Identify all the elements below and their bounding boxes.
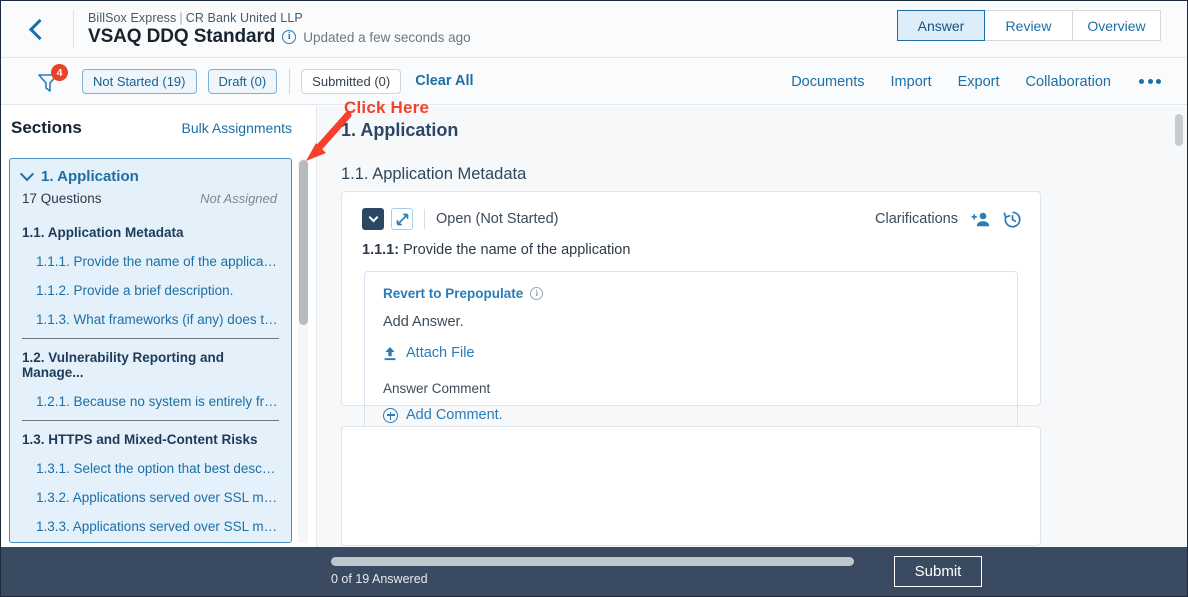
toolbar-actions: Documents Import Export Collaboration bbox=[791, 58, 1163, 105]
back-button[interactable] bbox=[1, 1, 73, 57]
sidebar-scrollbar-thumb[interactable] bbox=[299, 160, 308, 325]
clarifications-link[interactable]: Clarifications bbox=[875, 211, 958, 227]
question-text-row: 1.1.1: Provide the name of the applicati… bbox=[342, 230, 1040, 258]
chip-draft[interactable]: Draft (0) bbox=[208, 69, 278, 94]
main-section-title: 1. Application bbox=[317, 106, 1188, 141]
bulk-assignments-link[interactable]: Bulk Assignments bbox=[182, 120, 293, 136]
expand-question-button[interactable] bbox=[391, 208, 413, 230]
title-row: VSAQ DDQ Standard i Updated a few second… bbox=[88, 26, 471, 48]
footer-bar: 0 of 19 Answered Submit bbox=[1, 547, 1188, 596]
click-here-annotation: Click Here bbox=[344, 98, 429, 118]
section-assignment: Not Assigned bbox=[200, 191, 277, 206]
submit-button[interactable]: Submit bbox=[894, 556, 982, 587]
header-divider bbox=[424, 209, 425, 229]
list-item[interactable]: 1.2. Vulnerability Reporting and Manage.… bbox=[20, 343, 281, 387]
tab-review[interactable]: Review bbox=[985, 10, 1073, 41]
chevron-left-icon bbox=[29, 18, 50, 39]
question-card: Open (Not Started) Clarifications bbox=[341, 191, 1041, 406]
sections-sidebar: Sections Bulk Assignments 1. Application… bbox=[1, 106, 317, 549]
main-subsection-title: 1.1. Application Metadata bbox=[317, 141, 1188, 184]
filter-toolbar: 4 Not Started (19) Draft (0) Submitted (… bbox=[1, 58, 1187, 105]
list-item[interactable]: 1.1. Application Metadata bbox=[20, 218, 281, 247]
more-horizontal-icon[interactable] bbox=[1137, 73, 1163, 90]
expand-diagonal-icon bbox=[396, 213, 409, 226]
question-number: 1.1.1: bbox=[362, 242, 399, 258]
page-header: BillSox Express| CR Bank United LLP VSAQ … bbox=[1, 1, 1187, 58]
question-card-header: Open (Not Started) Clarifications bbox=[342, 192, 1040, 230]
revert-to-prepopulate-link[interactable]: Revert to Prepopulate bbox=[383, 286, 523, 301]
attach-file-button[interactable]: Attach File bbox=[383, 345, 999, 361]
chip-submitted[interactable]: Submitted (0) bbox=[301, 69, 401, 94]
chevron-down-icon[interactable] bbox=[20, 167, 34, 181]
attach-file-label: Attach File bbox=[406, 345, 475, 361]
sections-title: Sections bbox=[11, 118, 82, 138]
tab-answer[interactable]: Answer bbox=[897, 10, 985, 41]
list-item[interactable]: 1.3.4. Applications served over SSL may.… bbox=[20, 541, 281, 543]
question-text: Provide the name of the application bbox=[403, 242, 630, 258]
question-header-actions: Clarifications bbox=[875, 210, 1022, 229]
info-icon[interactable]: i bbox=[530, 287, 543, 300]
progress-bar bbox=[331, 557, 854, 566]
breadcrumb-separator: | bbox=[179, 11, 182, 25]
list-item[interactable]: 1.1.3. What frameworks (if any) does thi… bbox=[20, 305, 281, 334]
history-clock-icon[interactable] bbox=[1003, 210, 1022, 229]
status-badge: Open (Not Started) bbox=[436, 211, 559, 227]
section-card-application[interactable]: 1. Application 17 Questions Not Assigned… bbox=[9, 158, 292, 543]
updated-timestamp: Updated a few seconds ago bbox=[303, 30, 470, 45]
progress-label: 0 of 19 Answered bbox=[331, 572, 856, 586]
list-item[interactable]: 1.2.1. Because no system is entirely fre… bbox=[20, 387, 281, 416]
header-text-block: BillSox Express| CR Bank United LLP VSAQ … bbox=[74, 11, 471, 48]
section-card-header: 1. Application 17 Questions Not Assigned bbox=[10, 159, 291, 210]
list-item[interactable]: 1.3.1. Select the option that best descr… bbox=[20, 454, 281, 483]
add-answer-field[interactable]: Add Answer. bbox=[383, 314, 999, 330]
subsection-list: 1.1. Application Metadata 1.1.1. Provide… bbox=[10, 210, 291, 543]
application-window: BillSox Express| CR Bank United LLP VSAQ … bbox=[0, 0, 1188, 597]
add-comment-button[interactable]: Add Comment. bbox=[383, 407, 999, 423]
breadcrumb-client: CR Bank United LLP bbox=[186, 11, 303, 25]
breadcrumb-company: BillSox Express bbox=[88, 11, 176, 25]
view-tab-group: Answer Review Overview bbox=[897, 10, 1161, 41]
add-comment-label: Add Comment. bbox=[406, 407, 503, 423]
list-item[interactable]: 1.3.2. Applications served over SSL may.… bbox=[20, 483, 281, 512]
revert-row: Revert to Prepopulate i bbox=[383, 286, 999, 301]
upload-file-icon bbox=[383, 346, 397, 361]
chip-not-started[interactable]: Not Started (19) bbox=[82, 69, 197, 94]
sidebar-header: Sections Bulk Assignments bbox=[1, 106, 316, 148]
body-area: Sections Bulk Assignments 1. Application… bbox=[1, 106, 1188, 549]
main-scrollbar-thumb[interactable] bbox=[1175, 114, 1183, 146]
page-title: VSAQ DDQ Standard bbox=[88, 26, 275, 48]
export-link[interactable]: Export bbox=[958, 74, 1000, 90]
list-divider bbox=[22, 420, 279, 421]
list-item[interactable]: 1.1.2. Provide a brief description. bbox=[20, 276, 281, 305]
tab-overview[interactable]: Overview bbox=[1073, 10, 1161, 41]
filter-count-badge: 4 bbox=[51, 64, 68, 81]
plus-circle-icon bbox=[383, 408, 398, 423]
list-divider bbox=[22, 338, 279, 339]
collaboration-link[interactable]: Collaboration bbox=[1026, 74, 1111, 90]
list-item[interactable]: 1.3.3. Applications served over SSL may.… bbox=[20, 512, 281, 541]
clear-all-button[interactable]: Clear All bbox=[415, 73, 473, 89]
arrow-down-left-icon bbox=[296, 109, 356, 169]
chevron-down-icon bbox=[368, 212, 378, 222]
info-icon[interactable]: i bbox=[282, 30, 296, 44]
section-meta: 17 Questions Not Assigned bbox=[22, 187, 279, 206]
section-question-count: 17 Questions bbox=[22, 191, 102, 206]
section-title: 1. Application bbox=[41, 168, 139, 185]
breadcrumb: BillSox Express| CR Bank United LLP bbox=[88, 11, 471, 25]
progress-area: 0 of 19 Answered bbox=[331, 557, 856, 586]
filter-button[interactable]: 4 bbox=[37, 66, 71, 96]
main-content: 1. Application 1.1. Application Metadata bbox=[317, 106, 1188, 549]
import-link[interactable]: Import bbox=[891, 74, 932, 90]
answer-comment-label: Answer Comment bbox=[383, 381, 999, 396]
documents-link[interactable]: Documents bbox=[791, 74, 864, 90]
add-person-icon[interactable] bbox=[971, 211, 990, 228]
list-item[interactable]: 1.3. HTTPS and Mixed-Content Risks bbox=[20, 425, 281, 454]
list-item[interactable]: 1.1.1. Provide the name of the applicati… bbox=[20, 247, 281, 276]
chip-divider bbox=[289, 69, 290, 94]
answer-panel: Revert to Prepopulate i Add Answer. Atta… bbox=[364, 271, 1018, 440]
question-card-next[interactable] bbox=[341, 426, 1041, 546]
collapse-question-button[interactable] bbox=[362, 208, 384, 230]
section-title-row: 1. Application bbox=[22, 168, 279, 185]
